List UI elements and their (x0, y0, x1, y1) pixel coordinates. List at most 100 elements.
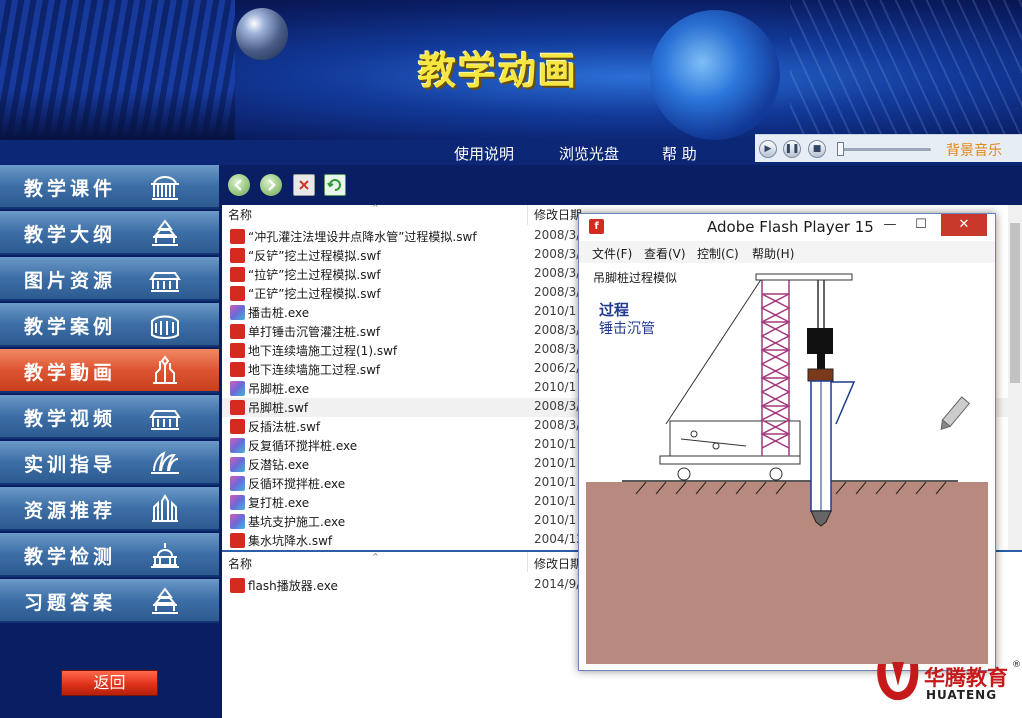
back-arrow-icon[interactable] (228, 174, 250, 196)
file-date: 2008/3/ (534, 247, 581, 261)
menu-control[interactable]: 控制(C) (697, 245, 739, 262)
swf-file-icon (230, 267, 245, 282)
sidebar-item-7[interactable]: 资源推荐 (0, 487, 219, 531)
cathedral-icon (148, 355, 182, 385)
file-date: 2010/1 (534, 494, 577, 508)
stop-icon[interactable]: ■ (808, 140, 826, 158)
scrollbar-thumb[interactable] (1010, 223, 1020, 383)
animation-caption: 吊脚桩过程模似 (593, 271, 678, 285)
temple-icon (148, 585, 182, 615)
close-icon[interactable]: ✕ (941, 214, 987, 236)
file-name: “拉铲”挖土过程模拟.swf (248, 268, 381, 282)
column-separator[interactable] (527, 552, 528, 572)
exe-file-icon (230, 305, 245, 320)
banner-shadow (0, 90, 235, 140)
sidebar-item-1[interactable]: 教学大纲 (0, 211, 219, 255)
swf-file-icon (230, 400, 245, 415)
file-name: 反潜钻.exe (248, 458, 310, 472)
guide-frame (831, 381, 856, 425)
sidebar-item-3[interactable]: 教学案例 (0, 303, 219, 347)
delete-icon[interactable] (293, 174, 315, 196)
file-date: 2010/1 (534, 456, 577, 470)
swf-file-icon (230, 248, 245, 263)
step-name: 过程 (599, 301, 630, 319)
back-button[interactable]: 返回 (61, 670, 158, 696)
column-separator[interactable] (527, 205, 528, 225)
column-name-header-2[interactable]: 名称 (228, 554, 252, 574)
file-date: 2010/1 (534, 475, 577, 489)
sidebar-item-2[interactable]: 图片资源 (0, 257, 219, 301)
sidebar-item-9[interactable]: 习题答案 (0, 579, 219, 623)
file-name: 单打锤击沉管灌注桩.swf (248, 325, 381, 339)
column-date-header[interactable]: 修改日期 (534, 205, 582, 225)
column-name-header[interactable]: 名称 (228, 205, 252, 225)
menu-help[interactable]: 帮助(H) (752, 245, 794, 262)
nav-help[interactable]: 帮 助 (662, 143, 697, 164)
pause-icon[interactable]: ❚❚ (783, 140, 801, 158)
building-icon (148, 171, 182, 201)
play-icon[interactable]: ▶ (759, 140, 777, 158)
file-date: 2014/9/ (534, 577, 581, 591)
machine-base (659, 455, 801, 465)
exe-file-icon (230, 476, 245, 491)
registered-mark: ® (1012, 660, 1021, 670)
menu-file[interactable]: 文件(F) (592, 245, 632, 262)
logo-mark-icon (877, 662, 919, 701)
background-music-label: 背景音乐 (946, 143, 1002, 159)
file-name: “正铲”挖土过程模拟.swf (248, 287, 381, 301)
sidebar-item-8[interactable]: 教学检测 (0, 533, 219, 577)
file-date: 2008/3/ (534, 228, 581, 242)
bridge-graphic (790, 0, 1022, 140)
file-date: 2010/1 (534, 437, 577, 451)
hammer-rod (817, 354, 825, 369)
seek-thumb[interactable] (837, 142, 844, 156)
file-name: 反循环搅拌桩.exe (248, 477, 346, 491)
flash-logo-icon: f (589, 219, 604, 234)
palace-icon (148, 401, 182, 431)
sidebar-item-6[interactable]: 实训指导 (0, 441, 219, 485)
file-name: 吊脚桩.exe (248, 382, 310, 396)
refresh-icon[interactable] (324, 174, 346, 196)
maximize-icon[interactable]: ☐ (909, 214, 933, 236)
step-description: 锤击沉管 (599, 321, 655, 337)
soil-layer (586, 482, 988, 664)
sidebar-item-4[interactable]: 教学動画 (0, 349, 219, 393)
sort-arrow-icon[interactable]: ^ (372, 552, 379, 561)
minimize-icon[interactable]: — (879, 214, 901, 236)
file-date: 2010/1 (534, 380, 577, 394)
file-date: 2008/3/ (534, 285, 581, 299)
exe-file-icon (230, 438, 245, 453)
pencil-icon (940, 396, 971, 431)
file-name: 播击桩.exe (248, 306, 310, 320)
sidebar-item-label: 教学動画 (24, 362, 117, 384)
file-date: 2004/12 (534, 532, 584, 546)
seek-track[interactable] (839, 148, 931, 151)
nav-instructions[interactable]: 使用说明 (454, 143, 514, 164)
sidebar-item-5[interactable]: 教学视频 (0, 395, 219, 439)
sort-arrow-icon[interactable]: ^ (372, 203, 379, 212)
file-name: 地下连续墙施工过程.swf (248, 363, 381, 377)
palace-icon (148, 263, 182, 293)
sidebar-item-label: 习题答案 (24, 592, 117, 614)
wheel (769, 467, 783, 481)
flash-titlebar[interactable]: f Adobe Flash Player 15 — ☐ ✕ (579, 214, 995, 240)
forward-arrow-icon[interactable] (260, 174, 282, 196)
exe-file-icon (230, 514, 245, 529)
boom-cable (665, 277, 763, 425)
flash-player-window: f Adobe Flash Player 15 — ☐ ✕ 文件(F) 查看(V… (578, 213, 996, 671)
banner-title: 教学动画 (418, 48, 579, 93)
menu-view[interactable]: 查看(V) (644, 245, 686, 262)
nav-browse-disc[interactable]: 浏览光盘 (559, 143, 619, 164)
file-name: 反插法桩.swf (248, 420, 321, 434)
file-date: 2008/3/ (534, 342, 581, 356)
flash-stage[interactable]: 吊脚桩过程模似 过程 锤击沉管 (586, 264, 988, 664)
flash-window-title: Adobe Flash Player 15 (707, 218, 874, 236)
exe-file-icon (230, 457, 245, 472)
exe-file-icon (230, 495, 245, 510)
wheel (677, 467, 691, 481)
swf-file-icon (230, 578, 245, 593)
column-date-header-2[interactable]: 修改日期 (534, 554, 582, 574)
sidebar-item-0[interactable]: 教学课件 (0, 165, 219, 209)
huateng-logo: 华腾教育 HUATENG ® (866, 654, 1022, 710)
globe-graphic (650, 10, 780, 140)
